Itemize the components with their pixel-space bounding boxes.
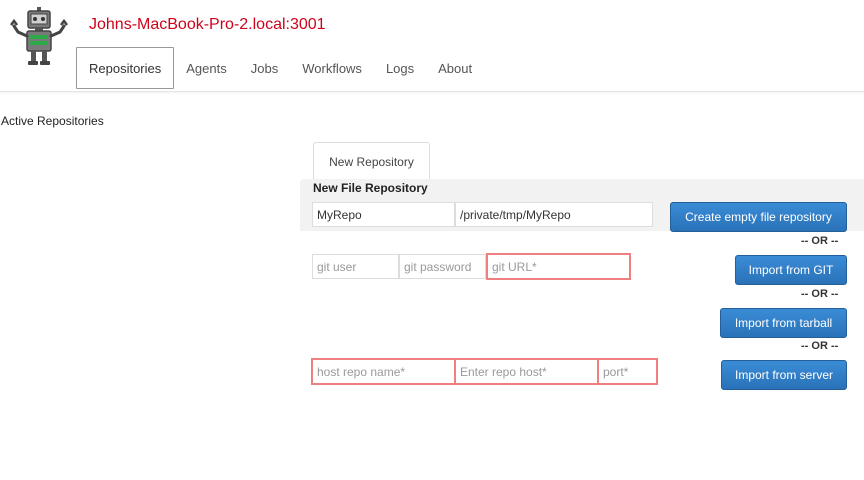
- nav-jobs[interactable]: Jobs: [239, 47, 290, 89]
- import-server-button[interactable]: Import from server: [721, 360, 847, 390]
- import-git-button[interactable]: Import from GIT: [735, 255, 847, 285]
- host-title: Johns-MacBook-Pro-2.local:3001: [89, 16, 326, 33]
- git-password-input[interactable]: [399, 254, 486, 279]
- top-header: Johns-MacBook-Pro-2.local:3001 Repositor…: [0, 0, 864, 92]
- nav-agents[interactable]: Agents: [174, 47, 238, 89]
- active-repositories-label: Active Repositories: [1, 114, 104, 128]
- nav-repositories[interactable]: Repositories: [76, 47, 175, 89]
- nav-logs[interactable]: Logs: [374, 47, 426, 89]
- port-input[interactable]: [597, 358, 658, 385]
- or-separator-1: -- OR --: [801, 235, 839, 247]
- git-user-input[interactable]: [312, 254, 399, 279]
- robot-icon: [10, 7, 68, 65]
- repo-host-input[interactable]: [454, 358, 599, 385]
- tab-new-repository[interactable]: New Repository: [313, 142, 430, 180]
- import-tarball-button[interactable]: Import from tarball: [720, 308, 847, 338]
- or-separator-2: -- OR --: [801, 288, 839, 300]
- create-file-repository-button[interactable]: Create empty file repository: [670, 202, 847, 232]
- host-repo-name-input[interactable]: [311, 358, 456, 385]
- nav-about[interactable]: About: [426, 47, 484, 89]
- nav-workflows[interactable]: Workflows: [290, 47, 374, 89]
- panel-title: New File Repository: [313, 181, 428, 195]
- repo-path-input[interactable]: [455, 202, 653, 227]
- or-separator-3: -- OR --: [801, 340, 839, 352]
- main-nav: Repositories Agents Jobs Workflows Logs …: [76, 47, 484, 89]
- git-url-input[interactable]: [486, 253, 631, 280]
- repo-name-input[interactable]: [312, 202, 455, 227]
